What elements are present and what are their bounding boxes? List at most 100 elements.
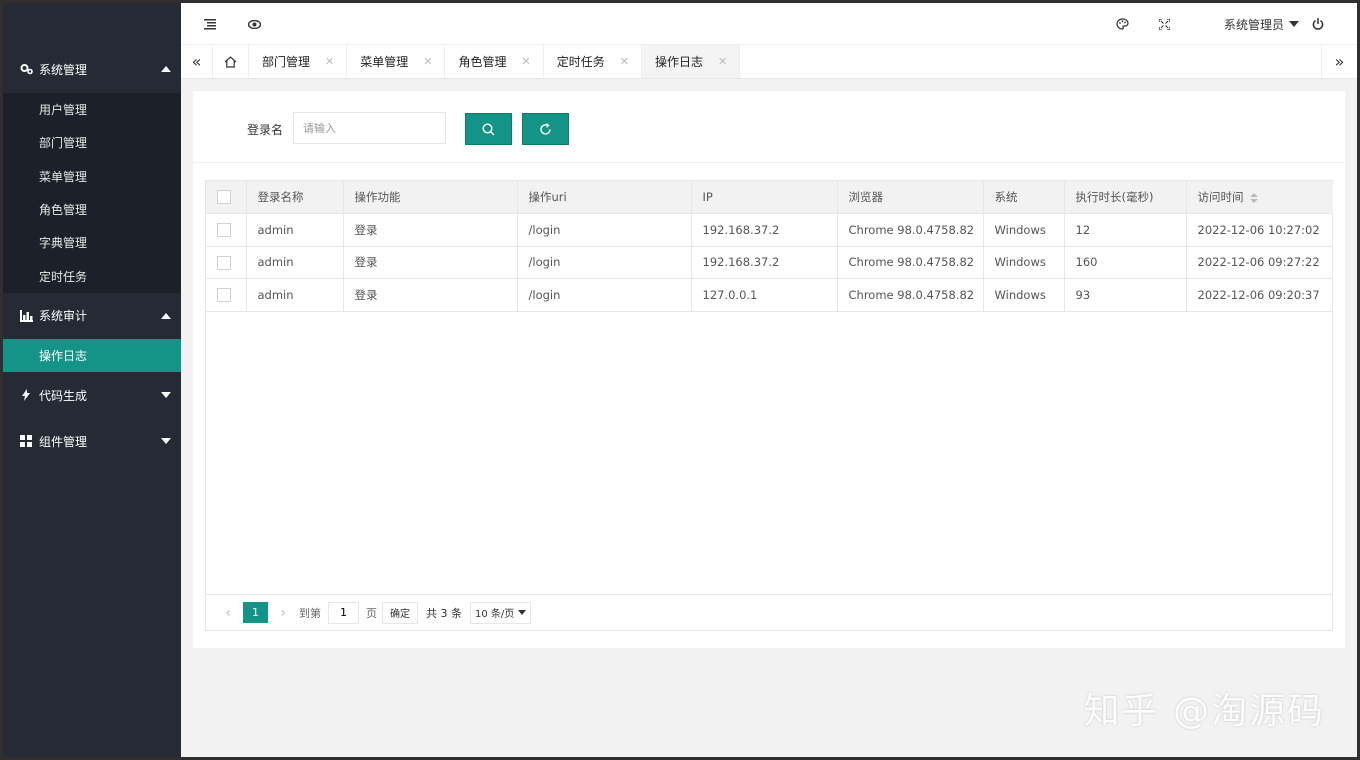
table-cell: 93	[1064, 278, 1187, 312]
refresh-icon	[540, 122, 551, 135]
tab-operation-log[interactable]: 操作日志 ✕	[641, 45, 741, 78]
sidebar-group-label: 系统管理	[39, 62, 88, 77]
next-page-icon[interactable]: ›	[273, 605, 293, 621]
column-header-label: 访问时间	[1197, 190, 1244, 204]
sidebar-group-label: 组件管理	[39, 434, 88, 449]
table-cell: 登录	[343, 246, 518, 279]
sidebar-submenu-system: 用户管理 部门管理 菜单管理 角色管理 字典管理 定时任务	[3, 93, 181, 293]
pagination: ‹ 1 › 到第 页 确定 共 3 条 10 条/页	[206, 594, 1332, 630]
page-number-current[interactable]: 1	[243, 602, 268, 623]
sidebar-group-audit[interactable]: 系统审计	[3, 293, 181, 339]
column-header: 登录名称	[246, 181, 344, 214]
tabs-scroll-right-icon[interactable]: »	[1321, 45, 1357, 78]
sort-icon[interactable]	[1249, 192, 1258, 203]
row-select-cell	[206, 246, 247, 279]
tab-departments[interactable]: 部门管理 ✕	[249, 45, 348, 78]
tab-menus[interactable]: 菜单管理 ✕	[347, 45, 446, 78]
sidebar-group-label: 系统审计	[39, 309, 88, 324]
table-cell: /login	[517, 246, 692, 279]
table-cell: 2022-12-06 10:27:02	[1186, 213, 1333, 247]
goto-confirm-button[interactable]: 确定	[382, 601, 418, 624]
table-cell: 2022-12-06 09:27:22	[1186, 246, 1333, 279]
row-checkbox[interactable]	[217, 288, 231, 302]
sidebar-submenu-audit: 操作日志	[3, 338, 181, 373]
table-cell: 登录	[343, 278, 518, 312]
user-menu[interactable]: 系统管理员	[1224, 3, 1299, 45]
palette-icon[interactable]	[1111, 3, 1133, 45]
search-button[interactable]	[465, 113, 512, 145]
sidebar-item-users[interactable]: 用户管理	[3, 93, 181, 126]
column-header: 执行时长(毫秒)	[1064, 181, 1187, 214]
table-cell: Chrome 98.0.4758.82	[837, 246, 984, 279]
tab-label: 部门管理	[262, 55, 311, 69]
content-card: 登录名 登录名称 操作功能 操作uri IP 浏览器 系统	[193, 91, 1345, 648]
reset-button[interactable]	[522, 113, 569, 145]
sidebar-item-roles[interactable]: 角色管理	[3, 193, 181, 226]
table-row[interactable]: admin 登录 /login 192.168.37.2 Chrome 98.0…	[206, 246, 1333, 279]
sidebar-group-components[interactable]: 组件管理	[3, 418, 181, 464]
table-cell: 160	[1064, 246, 1187, 279]
menu-toggle-icon[interactable]	[199, 3, 221, 45]
column-header: 操作功能	[343, 181, 518, 214]
table-cell: admin	[246, 246, 344, 279]
table-cell: /login	[517, 213, 692, 247]
bolt-icon	[19, 388, 33, 402]
chevron-down-icon	[161, 438, 171, 445]
login-name-input[interactable]	[293, 112, 446, 144]
top-header: 系统管理员	[181, 3, 1357, 45]
close-icon[interactable]: ✕	[718, 55, 727, 68]
sidebar-group-label: 代码生成	[39, 388, 88, 403]
sidebar-item-operation-log[interactable]: 操作日志	[3, 338, 181, 373]
table-cell: Windows	[983, 278, 1065, 312]
column-header: 操作uri	[517, 181, 692, 214]
home-icon	[224, 55, 237, 68]
close-icon[interactable]: ✕	[423, 55, 432, 68]
sidebar-group-codegen[interactable]: 代码生成	[3, 372, 181, 418]
goto-page-input[interactable]	[328, 601, 359, 624]
tab-label: 菜单管理	[360, 55, 409, 69]
sidebar-item-departments[interactable]: 部门管理	[3, 126, 181, 159]
row-checkbox[interactable]	[217, 255, 231, 270]
gears-icon	[19, 62, 33, 76]
page-unit-label: 页	[366, 606, 377, 620]
total-count: 共 3 条	[426, 606, 462, 620]
close-icon[interactable]: ✕	[325, 55, 334, 68]
select-all-checkbox[interactable]	[217, 190, 231, 205]
sidebar-item-dictionary[interactable]: 字典管理	[3, 226, 181, 259]
bar-chart-icon	[19, 309, 33, 323]
close-icon[interactable]: ✕	[620, 55, 629, 68]
select-all-cell	[206, 181, 247, 214]
goto-label: 到第	[299, 606, 321, 620]
table-cell: admin	[246, 278, 344, 312]
tab-roles[interactable]: 角色管理 ✕	[445, 45, 544, 78]
eye-icon[interactable]	[243, 3, 265, 45]
tab-label: 操作日志	[654, 55, 703, 69]
fullscreen-icon[interactable]	[1153, 3, 1175, 45]
close-icon[interactable]: ✕	[521, 55, 530, 68]
tabs-scroll-left-icon[interactable]: «	[181, 45, 213, 78]
grid-icon	[19, 434, 33, 448]
sidebar-logo-area	[3, 3, 181, 45]
column-header: 系统	[983, 181, 1065, 214]
log-table: 登录名称 操作功能 操作uri IP 浏览器 系统 执行时长(毫秒) 访问时间 …	[205, 180, 1333, 631]
chevron-down-icon	[161, 392, 171, 399]
power-icon[interactable]	[1307, 3, 1329, 45]
sidebar-item-menus[interactable]: 菜单管理	[3, 160, 181, 193]
tab-scheduled-tasks[interactable]: 定时任务 ✕	[544, 45, 642, 78]
sidebar-group-system[interactable]: 系统管理	[3, 45, 181, 93]
table-cell: Windows	[983, 213, 1065, 247]
page-size-select[interactable]: 10 条/页	[470, 601, 532, 624]
table-cell: 127.0.0.1	[691, 278, 838, 312]
row-checkbox[interactable]	[217, 223, 231, 237]
sidebar-item-scheduled-tasks[interactable]: 定时任务	[3, 259, 181, 292]
table-row[interactable]: admin 登录 /login 127.0.0.1 Chrome 98.0.47…	[206, 278, 1333, 312]
column-header-access-time[interactable]: 访问时间	[1186, 181, 1333, 214]
page-size-value: 10 条/页	[475, 609, 515, 620]
table-cell: Chrome 98.0.4758.82	[837, 278, 984, 312]
prev-page-icon[interactable]: ‹	[218, 605, 238, 621]
tab-home[interactable]	[213, 45, 249, 78]
table-row[interactable]: admin 登录 /login 192.168.37.2 Chrome 98.0…	[206, 213, 1333, 247]
tab-label: 角色管理	[458, 55, 507, 69]
table-header-row: 登录名称 操作功能 操作uri IP 浏览器 系统 执行时长(毫秒) 访问时间	[206, 181, 1333, 214]
login-name-label: 登录名	[247, 123, 284, 137]
